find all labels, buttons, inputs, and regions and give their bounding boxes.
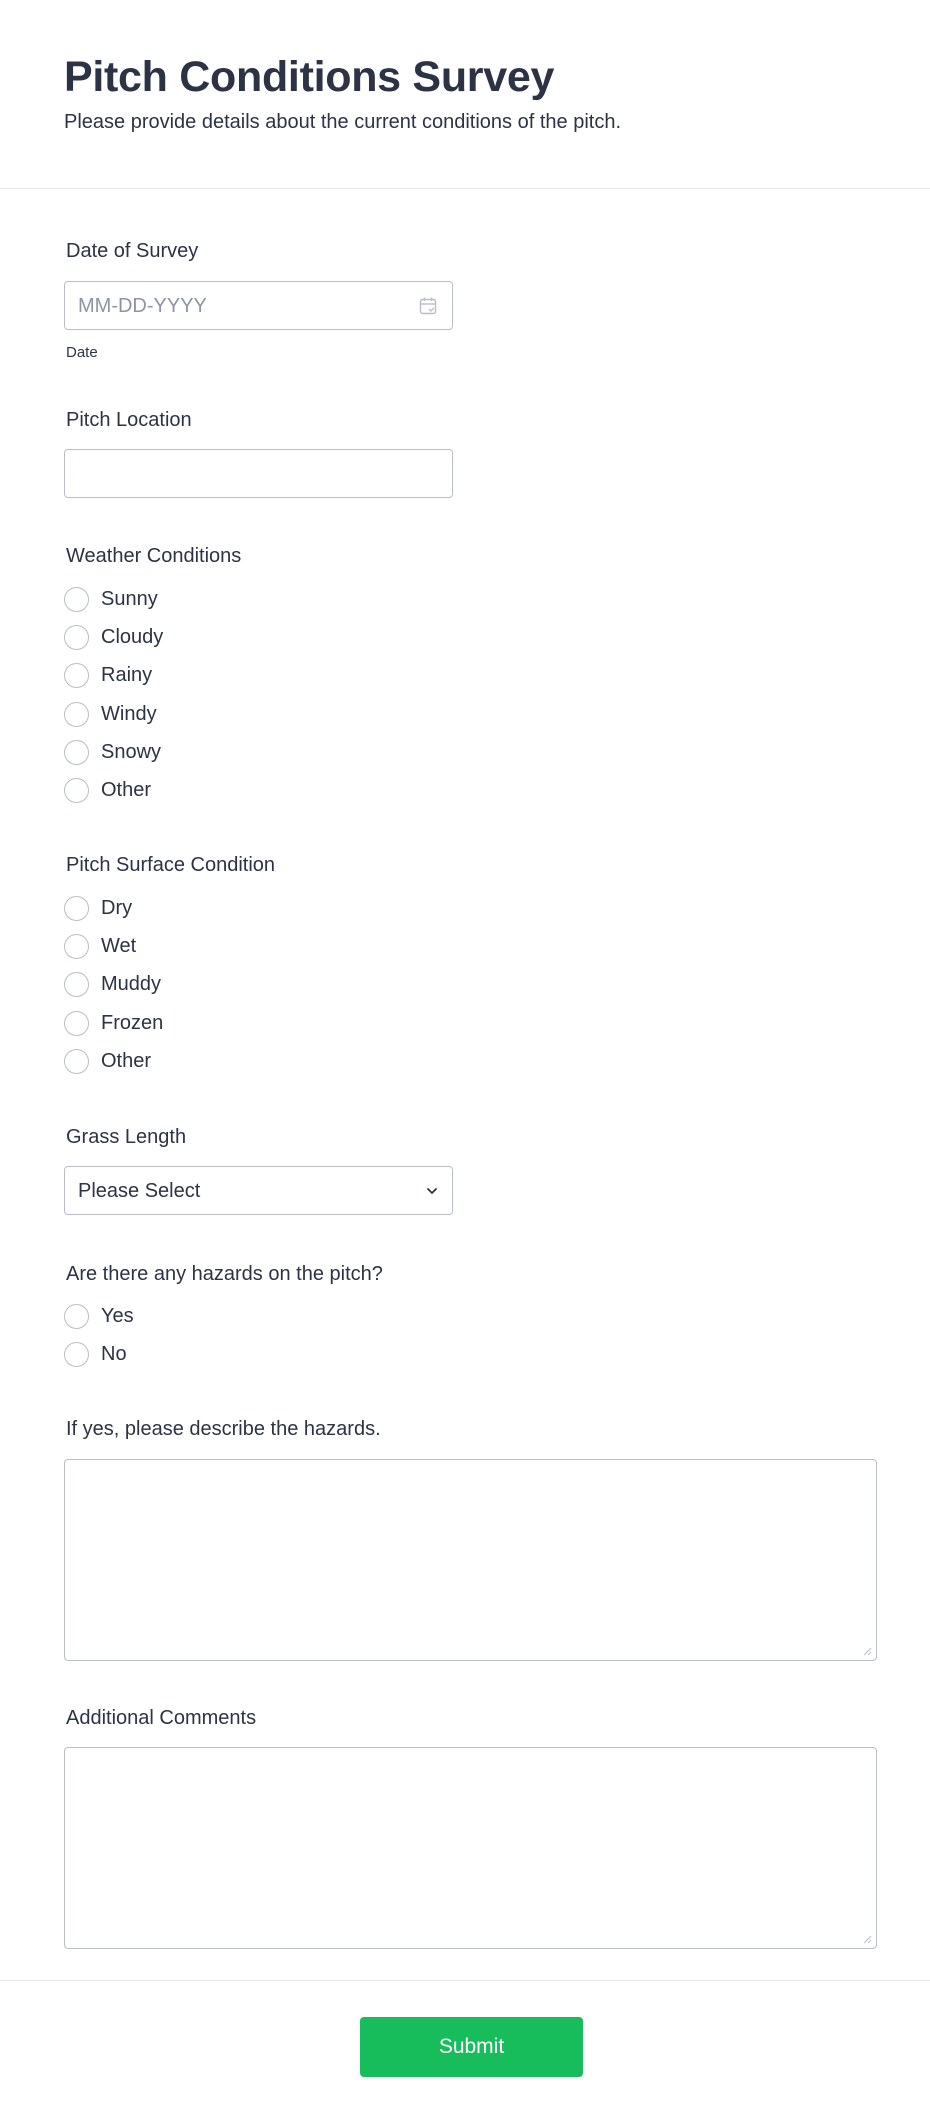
date-input-placeholder: MM-DD-YYYY [78,295,207,317]
resize-handle-icon[interactable] [862,1934,872,1944]
radio-label: Wet [101,935,137,957]
hazard-description-label: If yes, please describe the hazards. [66,1418,381,1440]
radio-label: No [101,1343,127,1365]
radio-button[interactable] [64,662,89,688]
chevron-down-icon [427,1188,437,1194]
surface-option-dry[interactable]: Dry [64,895,132,921]
hazards-option-yes[interactable]: Yes [64,1303,134,1329]
weather-option-snowy[interactable]: Snowy [64,739,161,765]
weather-option-sunny[interactable]: Sunny [64,586,158,612]
grass-length-label: Grass Length [66,1126,187,1148]
weather-option-other[interactable]: Other [64,777,151,803]
weather-option-rainy[interactable]: Rainy [64,662,152,688]
pitch-surface-label: Pitch Surface Condition [66,854,276,876]
radio-button[interactable] [64,971,89,997]
weather-conditions-label: Weather Conditions [66,545,242,567]
radio-button[interactable] [64,624,89,650]
calendar-icon[interactable] [418,296,438,316]
radio-label: Rainy [101,664,153,686]
pitch-location-label: Pitch Location [66,409,192,431]
radio-label: Muddy [101,973,162,995]
surface-option-other[interactable]: Other [64,1048,151,1074]
radio-label: Cloudy [101,626,164,648]
page-subtitle: Please provide details about the current… [64,111,622,133]
form-header: Pitch Conditions Survey Please provide d… [0,0,930,189]
hazards-label: Are there any hazards on the pitch? [66,1263,383,1285]
hazards-option-no[interactable]: No [64,1341,127,1367]
additional-comments-textarea[interactable] [64,1747,877,1949]
radio-button[interactable] [64,701,89,727]
surface-option-frozen[interactable]: Frozen [64,1010,163,1036]
additional-comments-label: Additional Comments [66,1707,257,1729]
radio-button[interactable] [64,1341,89,1367]
radio-button[interactable] [64,586,89,612]
radio-button[interactable] [64,1303,89,1329]
surface-option-wet[interactable]: Wet [64,933,136,959]
radio-button[interactable] [64,1048,89,1074]
radio-button[interactable] [64,1010,89,1036]
radio-button[interactable] [64,777,89,803]
radio-button[interactable] [64,895,89,921]
grass-length-select[interactable]: Please Select [64,1166,453,1215]
weather-option-windy[interactable]: Windy [64,701,157,727]
radio-label: Dry [101,897,133,919]
radio-label: Frozen [101,1012,164,1034]
date-of-survey-label: Date of Survey [66,240,199,262]
page-title: Pitch Conditions Survey [64,53,555,101]
footer-divider [0,1980,930,1981]
radio-label: Other [101,779,152,801]
weather-option-cloudy[interactable]: Cloudy [64,624,163,650]
grass-length-selected: Please Select [78,1180,201,1202]
radio-label: Sunny [101,588,158,610]
pitch-location-input[interactable] [64,449,453,498]
radio-button[interactable] [64,933,89,959]
surface-option-muddy[interactable]: Muddy [64,971,161,997]
resize-handle-icon[interactable] [862,1646,872,1656]
radio-label: Snowy [101,741,162,763]
date-input[interactable]: MM-DD-YYYY [64,281,453,330]
hazard-description-textarea[interactable] [64,1459,877,1661]
date-sublabel: Date [66,344,98,361]
radio-label: Windy [101,703,157,725]
submit-button[interactable]: Submit [360,2017,583,2077]
radio-button[interactable] [64,739,89,765]
radio-label: Yes [101,1305,134,1327]
radio-label: Other [101,1050,152,1072]
